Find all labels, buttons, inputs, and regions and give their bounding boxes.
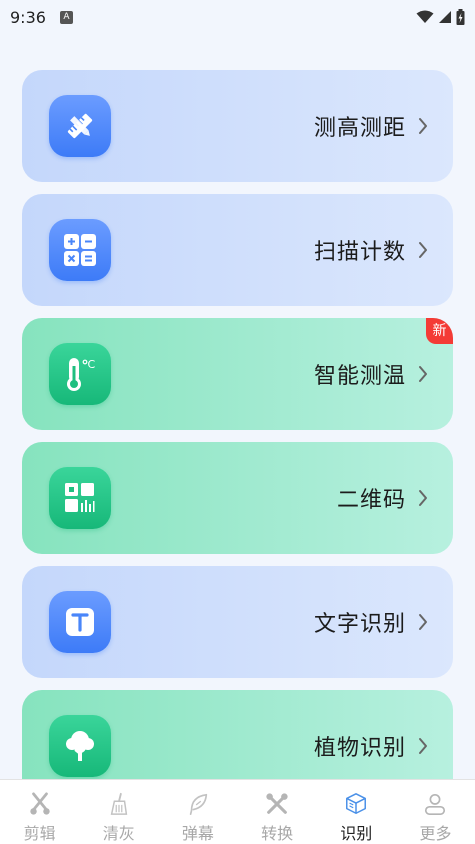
card-label: 植物识别 — [313, 736, 406, 761]
chevron-right-icon — [419, 366, 427, 382]
qr-code-icon — [49, 467, 111, 529]
card-label: 测高测距 — [313, 116, 406, 141]
nav-label: 清灰 — [102, 824, 135, 843]
nav-item-more[interactable]: 更多 — [396, 780, 475, 844]
nav-item-danmaku[interactable]: 弹幕 — [158, 780, 237, 844]
card-text-recognition[interactable]: 文字识别 — [22, 566, 453, 678]
user-icon — [425, 793, 446, 815]
battery-icon — [456, 9, 465, 25]
nav-label: 剪辑 — [23, 824, 56, 843]
new-badge: 新 — [426, 318, 453, 344]
nav-item-edit[interactable]: 剪辑 — [0, 780, 79, 844]
card-scan-count[interactable]: 扫描计数 — [22, 194, 453, 306]
nav-item-clean[interactable]: 清灰 — [79, 780, 158, 844]
broom-icon — [110, 792, 127, 815]
status-time: 9:36 — [10, 7, 46, 27]
tree-icon — [49, 715, 111, 777]
scissors-icon — [29, 792, 50, 815]
svg-text:C: C — [88, 358, 96, 371]
card-label: 文字识别 — [313, 612, 406, 637]
cube-icon — [346, 793, 367, 814]
notification-icon: A — [59, 10, 73, 24]
nav-label: 弹幕 — [181, 824, 214, 843]
card-temperature[interactable]: C 智能测温 新 — [22, 318, 453, 430]
signal-icon — [439, 11, 451, 23]
thermometer-icon: C — [49, 343, 111, 405]
card-label: 智能测温 — [313, 364, 406, 389]
chevron-right-icon — [419, 242, 427, 258]
bottom-nav: 剪辑 清灰 弹幕 转换 识别 更多 — [0, 779, 475, 844]
nav-label: 识别 — [340, 824, 373, 843]
chevron-right-icon — [419, 118, 427, 134]
chevron-right-icon — [419, 614, 427, 630]
nav-label: 转换 — [261, 824, 294, 843]
ruler-pencil-icon — [49, 95, 111, 157]
status-bar: 9:36 A — [0, 0, 475, 34]
nav-item-convert[interactable]: 转换 — [238, 780, 317, 844]
nav-label: 更多 — [419, 824, 452, 843]
card-label: 扫描计数 — [313, 240, 406, 265]
card-height-distance[interactable]: 测高测距 — [22, 70, 453, 182]
nav-item-recognize[interactable]: 识别 — [317, 780, 396, 844]
card-qr-code[interactable]: 二维码 — [22, 442, 453, 554]
chevron-right-icon — [419, 738, 427, 754]
chevron-right-icon — [419, 490, 427, 506]
card-label: 二维码 — [336, 488, 406, 513]
status-indicators — [416, 9, 465, 25]
feather-icon — [189, 793, 208, 815]
tools-icon — [266, 793, 288, 814]
calculator-icon — [49, 219, 111, 281]
wifi-icon — [416, 10, 434, 23]
text-recognition-icon — [49, 591, 111, 653]
